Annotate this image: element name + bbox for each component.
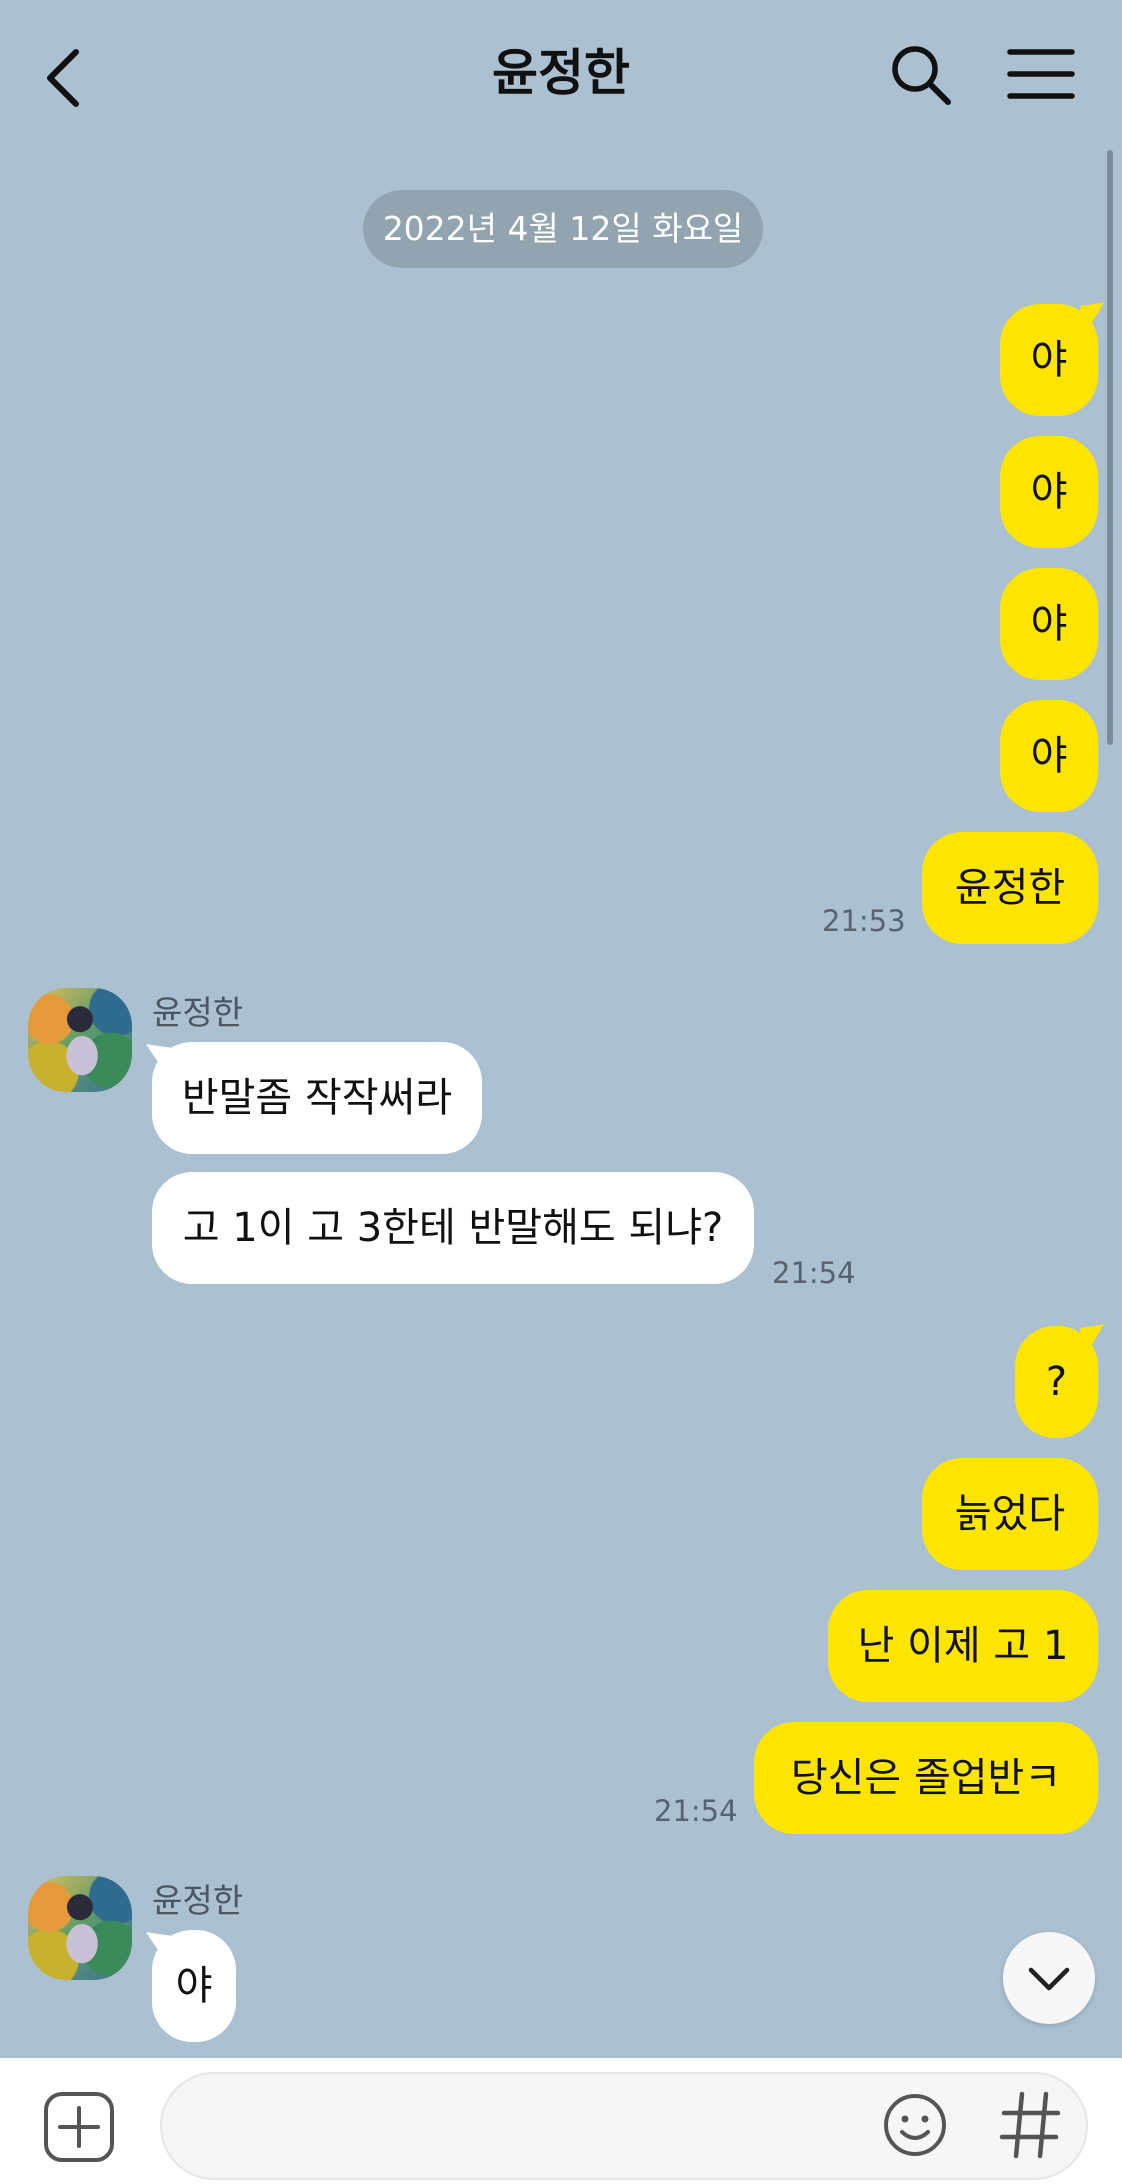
chat-header: 윤정한 — [0, 0, 1122, 150]
chevron-down-icon — [1028, 1967, 1070, 1991]
date-divider: 2022년 4월 12일 화요일 — [363, 190, 763, 268]
message-timestamp: 21:54 — [772, 1256, 856, 1290]
my-message-bubble[interactable]: 야 — [1000, 436, 1098, 548]
hashtag-button[interactable] — [998, 2086, 1064, 2162]
attach-button[interactable] — [42, 2090, 116, 2164]
back-button[interactable] — [36, 38, 96, 118]
message-input[interactable] — [160, 2072, 1088, 2180]
emoji-button[interactable] — [882, 2092, 948, 2158]
their-message-bubble[interactable]: 고 1이 고 3한테 반말해도 되냐? — [152, 1172, 754, 1284]
scrollbar[interactable] — [1107, 150, 1113, 745]
message-timestamp: 21:54 — [654, 1794, 738, 1828]
my-message-bubble[interactable]: 난 이제 고 1 — [828, 1590, 1098, 1702]
scroll-to-bottom-button[interactable] — [1003, 1932, 1095, 2024]
my-message-bubble[interactable]: 야 — [1000, 700, 1098, 812]
smiley-icon — [884, 2094, 946, 2156]
sender-name: 윤정한 — [152, 1881, 244, 1920]
hamburger-menu-icon — [1007, 49, 1075, 99]
my-message-bubble[interactable]: 야 — [1000, 304, 1098, 416]
avatar[interactable] — [28, 988, 132, 1092]
my-message-bubble[interactable]: 윤정한 — [922, 832, 1098, 944]
hashtag-icon — [999, 2091, 1061, 2159]
avatar[interactable] — [28, 1876, 132, 1980]
search-button[interactable] — [886, 40, 956, 110]
my-message-bubble[interactable]: 늙었다 — [922, 1458, 1098, 1570]
chevron-left-icon — [47, 49, 79, 107]
their-message-bubble[interactable]: 야 — [152, 1930, 236, 2042]
my-message-bubble[interactable]: ? — [1015, 1326, 1098, 1438]
my-message-bubble[interactable]: 당신은 졸업반ㅋ — [754, 1722, 1098, 1834]
my-message-bubble[interactable]: 야 — [1000, 568, 1098, 680]
their-message-bubble[interactable]: 반말좀 작작써라 — [152, 1042, 482, 1154]
sender-name: 윤정한 — [152, 993, 244, 1032]
message-timestamp: 21:53 — [822, 904, 906, 938]
menu-button[interactable] — [1006, 44, 1076, 104]
search-icon — [892, 46, 951, 105]
plus-square-icon — [44, 2092, 114, 2162]
